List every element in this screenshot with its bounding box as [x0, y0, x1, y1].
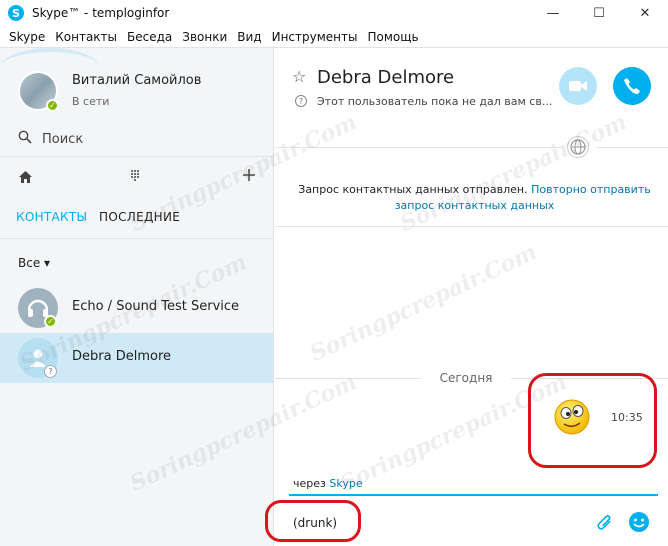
call-button[interactable] [613, 67, 651, 105]
contact-name: Debra Delmore [72, 349, 171, 364]
call-icon [624, 78, 640, 94]
divider [275, 147, 560, 148]
menu-calls[interactable]: Звонки [177, 30, 232, 44]
online-status-icon: ✓ [46, 99, 59, 112]
pending-status-icon: ? [44, 365, 57, 378]
highlight-annotation [528, 373, 657, 468]
contact-item-echo[interactable]: ✓ Echo / Sound Test Service [0, 283, 273, 333]
minimize-button[interactable]: — [530, 0, 576, 26]
menu-bar: Skype Контакты Беседа Звонки Вид Инструм… [0, 26, 668, 48]
emoji-icon[interactable] [628, 511, 650, 533]
contacts-filter-dropdown[interactable]: Все ▾ [18, 256, 50, 270]
input-focus-line [289, 494, 658, 496]
online-status-icon: ✓ [44, 315, 57, 328]
dialpad-icon[interactable] [130, 169, 140, 186]
menu-conversation[interactable]: Беседа [122, 30, 177, 44]
window-controls: — ☐ ✕ [530, 0, 668, 26]
profile-avatar[interactable]: ✓ [18, 71, 59, 112]
profile-name[interactable]: Виталий Самойлов [72, 73, 201, 88]
via-prefix: через [293, 477, 326, 490]
contact-name: Echo / Sound Test Service [72, 299, 240, 314]
highlight-annotation [265, 500, 361, 542]
home-icon[interactable] [18, 170, 33, 188]
video-call-button[interactable] [559, 67, 597, 105]
menu-help[interactable]: Помощь [362, 30, 423, 44]
star-icon[interactable]: ☆ [292, 67, 306, 86]
tab-contacts[interactable]: КОНТАКТЫ [16, 210, 87, 224]
globe-icon [567, 136, 589, 158]
contact-item-debra[interactable]: ? Debra Delmore [0, 333, 273, 383]
person-icon [30, 349, 46, 367]
profile-status[interactable]: В сети [72, 95, 109, 108]
search-icon [18, 130, 36, 148]
attach-icon[interactable] [591, 512, 615, 536]
request-text: Запрос контактных данных отправлен. [298, 183, 528, 196]
search-box[interactable]: Поиск [18, 130, 83, 148]
close-button[interactable]: ✕ [622, 0, 668, 26]
maximize-button[interactable]: ☐ [576, 0, 622, 26]
divider [275, 226, 668, 227]
chat-pane: ☆ Debra Delmore ? Этот пользователь пока… [265, 48, 668, 546]
divider [597, 147, 668, 148]
contact-request-notice: Запрос контактных данных отправлен. Повт… [287, 182, 662, 214]
debra-avatar: ? [18, 338, 58, 378]
menu-contacts[interactable]: Контакты [50, 30, 122, 44]
video-call-icon [569, 81, 587, 91]
question-icon: ? [295, 95, 307, 107]
chat-contact-subtitle: Этот пользователь пока не дал вам св... [317, 95, 553, 108]
window-title: Skype™ - temploginfor [32, 6, 170, 20]
menu-view[interactable]: Вид [232, 30, 266, 44]
sidebar: ✓ Виталий Самойлов В сети Поиск КОНТАКТЫ… [0, 48, 274, 546]
chat-contact-name[interactable]: Debra Delmore [317, 67, 454, 88]
day-separator: Сегодня [439, 371, 493, 385]
divider [0, 156, 274, 157]
divider [0, 238, 274, 239]
skype-logo-icon: S [8, 5, 24, 21]
add-icon[interactable] [242, 166, 256, 187]
search-label: Поиск [42, 131, 84, 147]
echo-avatar: ✓ [18, 288, 58, 328]
title-bar: S Skype™ - temploginfor — ☐ ✕ [0, 0, 668, 26]
via-skype-link[interactable]: Skype [329, 477, 362, 490]
tab-recent[interactable]: ПОСЛЕДНИЕ [99, 210, 180, 224]
via-label: через Skype [293, 477, 363, 490]
divider [275, 378, 421, 379]
menu-skype[interactable]: Skype [4, 30, 50, 44]
menu-tools[interactable]: Инструменты [267, 30, 363, 44]
